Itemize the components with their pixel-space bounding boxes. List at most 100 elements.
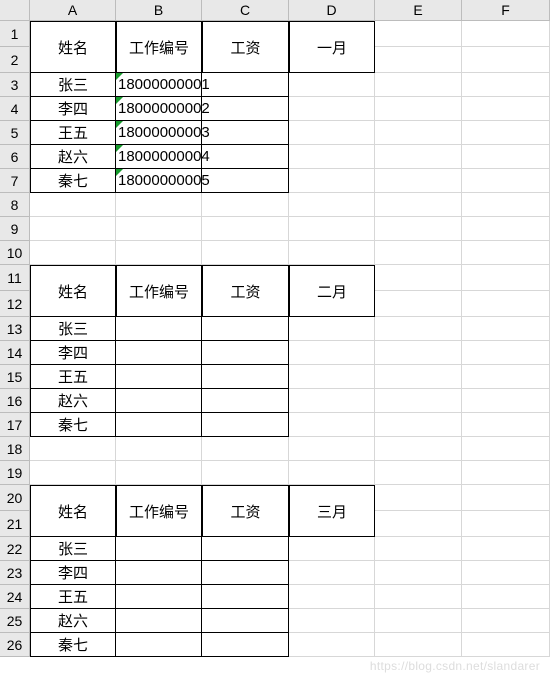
cell-D16[interactable]	[289, 389, 375, 413]
cell-B8[interactable]	[116, 193, 202, 217]
cell-E16[interactable]	[375, 389, 462, 413]
column-header-D[interactable]: D	[289, 0, 375, 21]
cell-F20[interactable]	[462, 485, 550, 511]
cell-B13[interactable]	[116, 317, 202, 341]
cell-E5[interactable]	[375, 121, 462, 145]
cell-C14[interactable]	[202, 341, 289, 365]
select-all-corner[interactable]	[0, 0, 30, 21]
cell-E9[interactable]	[375, 217, 462, 241]
row-header-16[interactable]: 16	[0, 389, 30, 413]
cell-D8[interactable]	[289, 193, 375, 217]
cell-F18[interactable]	[462, 437, 550, 461]
cell-A22[interactable]: 张三	[30, 537, 116, 561]
cell-C4[interactable]	[202, 97, 289, 121]
cell-C11[interactable]: 工资	[202, 265, 289, 317]
cell-A3[interactable]: 张三	[30, 73, 116, 97]
cell-B9[interactable]	[116, 217, 202, 241]
cell-F25[interactable]	[462, 609, 550, 633]
cell-B23[interactable]	[116, 561, 202, 585]
cell-E1[interactable]	[375, 21, 462, 47]
cell-B3[interactable]: 18000000001	[116, 73, 202, 97]
cell-A19[interactable]	[30, 461, 116, 485]
cell-C22[interactable]	[202, 537, 289, 561]
cell-A23[interactable]: 李四	[30, 561, 116, 585]
cell-B15[interactable]	[116, 365, 202, 389]
row-header-22[interactable]: 22	[0, 537, 30, 561]
cell-B5[interactable]: 18000000003	[116, 121, 202, 145]
cell-E8[interactable]	[375, 193, 462, 217]
cell-F26[interactable]	[462, 633, 550, 657]
cell-F23[interactable]	[462, 561, 550, 585]
cell-D17[interactable]	[289, 413, 375, 437]
cell-C24[interactable]	[202, 585, 289, 609]
cell-B18[interactable]	[116, 437, 202, 461]
column-header-A[interactable]: A	[30, 0, 116, 21]
cell-C20[interactable]: 工资	[202, 485, 289, 537]
row-header-17[interactable]: 17	[0, 413, 30, 437]
row-header-12[interactable]: 12	[0, 291, 30, 317]
cell-B19[interactable]	[116, 461, 202, 485]
cell-C9[interactable]	[202, 217, 289, 241]
cell-F12[interactable]	[462, 291, 550, 317]
cell-B6[interactable]: 18000000004	[116, 145, 202, 169]
cell-E2[interactable]	[375, 47, 462, 73]
cell-A17[interactable]: 秦七	[30, 413, 116, 437]
cell-E26[interactable]	[375, 633, 462, 657]
row-header-3[interactable]: 3	[0, 73, 30, 97]
cell-A8[interactable]	[30, 193, 116, 217]
row-header-23[interactable]: 23	[0, 561, 30, 585]
row-header-21[interactable]: 21	[0, 511, 30, 537]
cell-C26[interactable]	[202, 633, 289, 657]
cell-A18[interactable]	[30, 437, 116, 461]
cell-C13[interactable]	[202, 317, 289, 341]
cell-E17[interactable]	[375, 413, 462, 437]
cell-E23[interactable]	[375, 561, 462, 585]
cell-F1[interactable]	[462, 21, 550, 47]
cell-D25[interactable]	[289, 609, 375, 633]
cell-F19[interactable]	[462, 461, 550, 485]
cell-A14[interactable]: 李四	[30, 341, 116, 365]
cell-D23[interactable]	[289, 561, 375, 585]
cell-A5[interactable]: 王五	[30, 121, 116, 145]
cell-E13[interactable]	[375, 317, 462, 341]
cell-D1[interactable]: 一月	[289, 21, 375, 73]
row-header-9[interactable]: 9	[0, 217, 30, 241]
cell-E22[interactable]	[375, 537, 462, 561]
row-header-19[interactable]: 19	[0, 461, 30, 485]
cell-D20[interactable]: 三月	[289, 485, 375, 537]
row-header-10[interactable]: 10	[0, 241, 30, 265]
cell-A7[interactable]: 秦七	[30, 169, 116, 193]
cell-D14[interactable]	[289, 341, 375, 365]
cell-F10[interactable]	[462, 241, 550, 265]
row-header-5[interactable]: 5	[0, 121, 30, 145]
cell-F7[interactable]	[462, 169, 550, 193]
cell-E20[interactable]	[375, 485, 462, 511]
row-header-15[interactable]: 15	[0, 365, 30, 389]
cell-C5[interactable]	[202, 121, 289, 145]
cell-B24[interactable]	[116, 585, 202, 609]
cell-B20[interactable]: 工作编号	[116, 485, 202, 537]
cell-F15[interactable]	[462, 365, 550, 389]
cell-D22[interactable]	[289, 537, 375, 561]
cell-D15[interactable]	[289, 365, 375, 389]
cell-A13[interactable]: 张三	[30, 317, 116, 341]
cell-A6[interactable]: 赵六	[30, 145, 116, 169]
cell-D18[interactable]	[289, 437, 375, 461]
cell-D11[interactable]: 二月	[289, 265, 375, 317]
cell-D9[interactable]	[289, 217, 375, 241]
cell-C25[interactable]	[202, 609, 289, 633]
cell-F17[interactable]	[462, 413, 550, 437]
cell-D7[interactable]	[289, 169, 375, 193]
cell-C19[interactable]	[202, 461, 289, 485]
cell-F13[interactable]	[462, 317, 550, 341]
cell-B22[interactable]	[116, 537, 202, 561]
cell-D10[interactable]	[289, 241, 375, 265]
cell-E21[interactable]	[375, 511, 462, 537]
cell-E14[interactable]	[375, 341, 462, 365]
cell-C17[interactable]	[202, 413, 289, 437]
column-header-F[interactable]: F	[462, 0, 550, 21]
row-header-7[interactable]: 7	[0, 169, 30, 193]
cell-A4[interactable]: 李四	[30, 97, 116, 121]
cell-F11[interactable]	[462, 265, 550, 291]
cell-E19[interactable]	[375, 461, 462, 485]
